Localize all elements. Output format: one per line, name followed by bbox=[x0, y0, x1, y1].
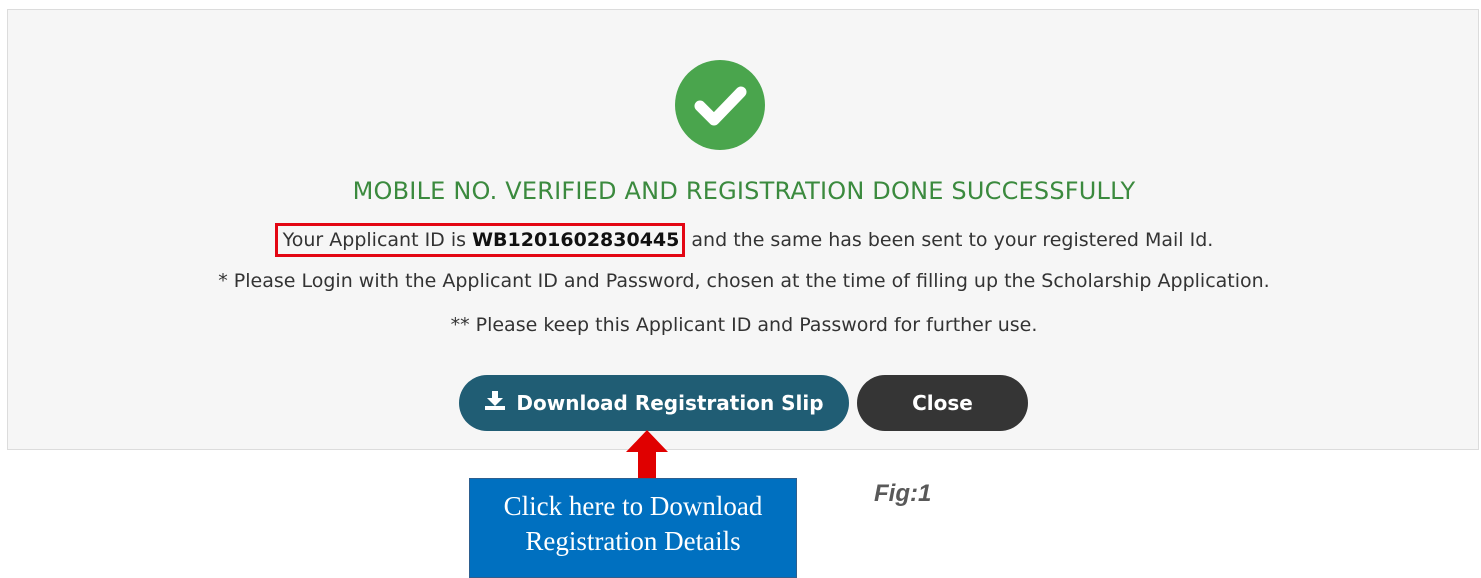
red-up-arrow-icon bbox=[626, 430, 668, 482]
figure-label: Fig:1 bbox=[874, 480, 932, 507]
check-circle-icon bbox=[675, 60, 765, 150]
success-title: MOBILE NO. VERIFIED AND REGISTRATION DON… bbox=[352, 177, 1136, 205]
applicant-id-suffix: and the same has been sent to your regis… bbox=[685, 229, 1214, 251]
close-button-label: Close bbox=[912, 391, 973, 415]
close-button[interactable]: Close bbox=[857, 375, 1028, 431]
applicant-id-value: WB1201602830445 bbox=[472, 229, 680, 251]
download-registration-slip-button[interactable]: Download Registration Slip bbox=[459, 375, 849, 431]
keep-id-instruction: ** Please keep this Applicant ID and Pas… bbox=[450, 314, 1038, 336]
success-dialog: MOBILE NO. VERIFIED AND REGISTRATION DON… bbox=[7, 9, 1479, 450]
download-callout: Click here to Download Registration Deta… bbox=[469, 478, 797, 578]
download-button-label: Download Registration Slip bbox=[516, 391, 824, 415]
applicant-id-highlight: Your Applicant ID is WB1201602830445 bbox=[274, 223, 686, 257]
applicant-id-prefix: Your Applicant ID is bbox=[282, 229, 473, 251]
applicant-id-message: Your Applicant ID is WB1201602830445 and… bbox=[8, 223, 1480, 257]
download-icon bbox=[484, 375, 506, 431]
login-instruction: * Please Login with the Applicant ID and… bbox=[218, 270, 1270, 292]
